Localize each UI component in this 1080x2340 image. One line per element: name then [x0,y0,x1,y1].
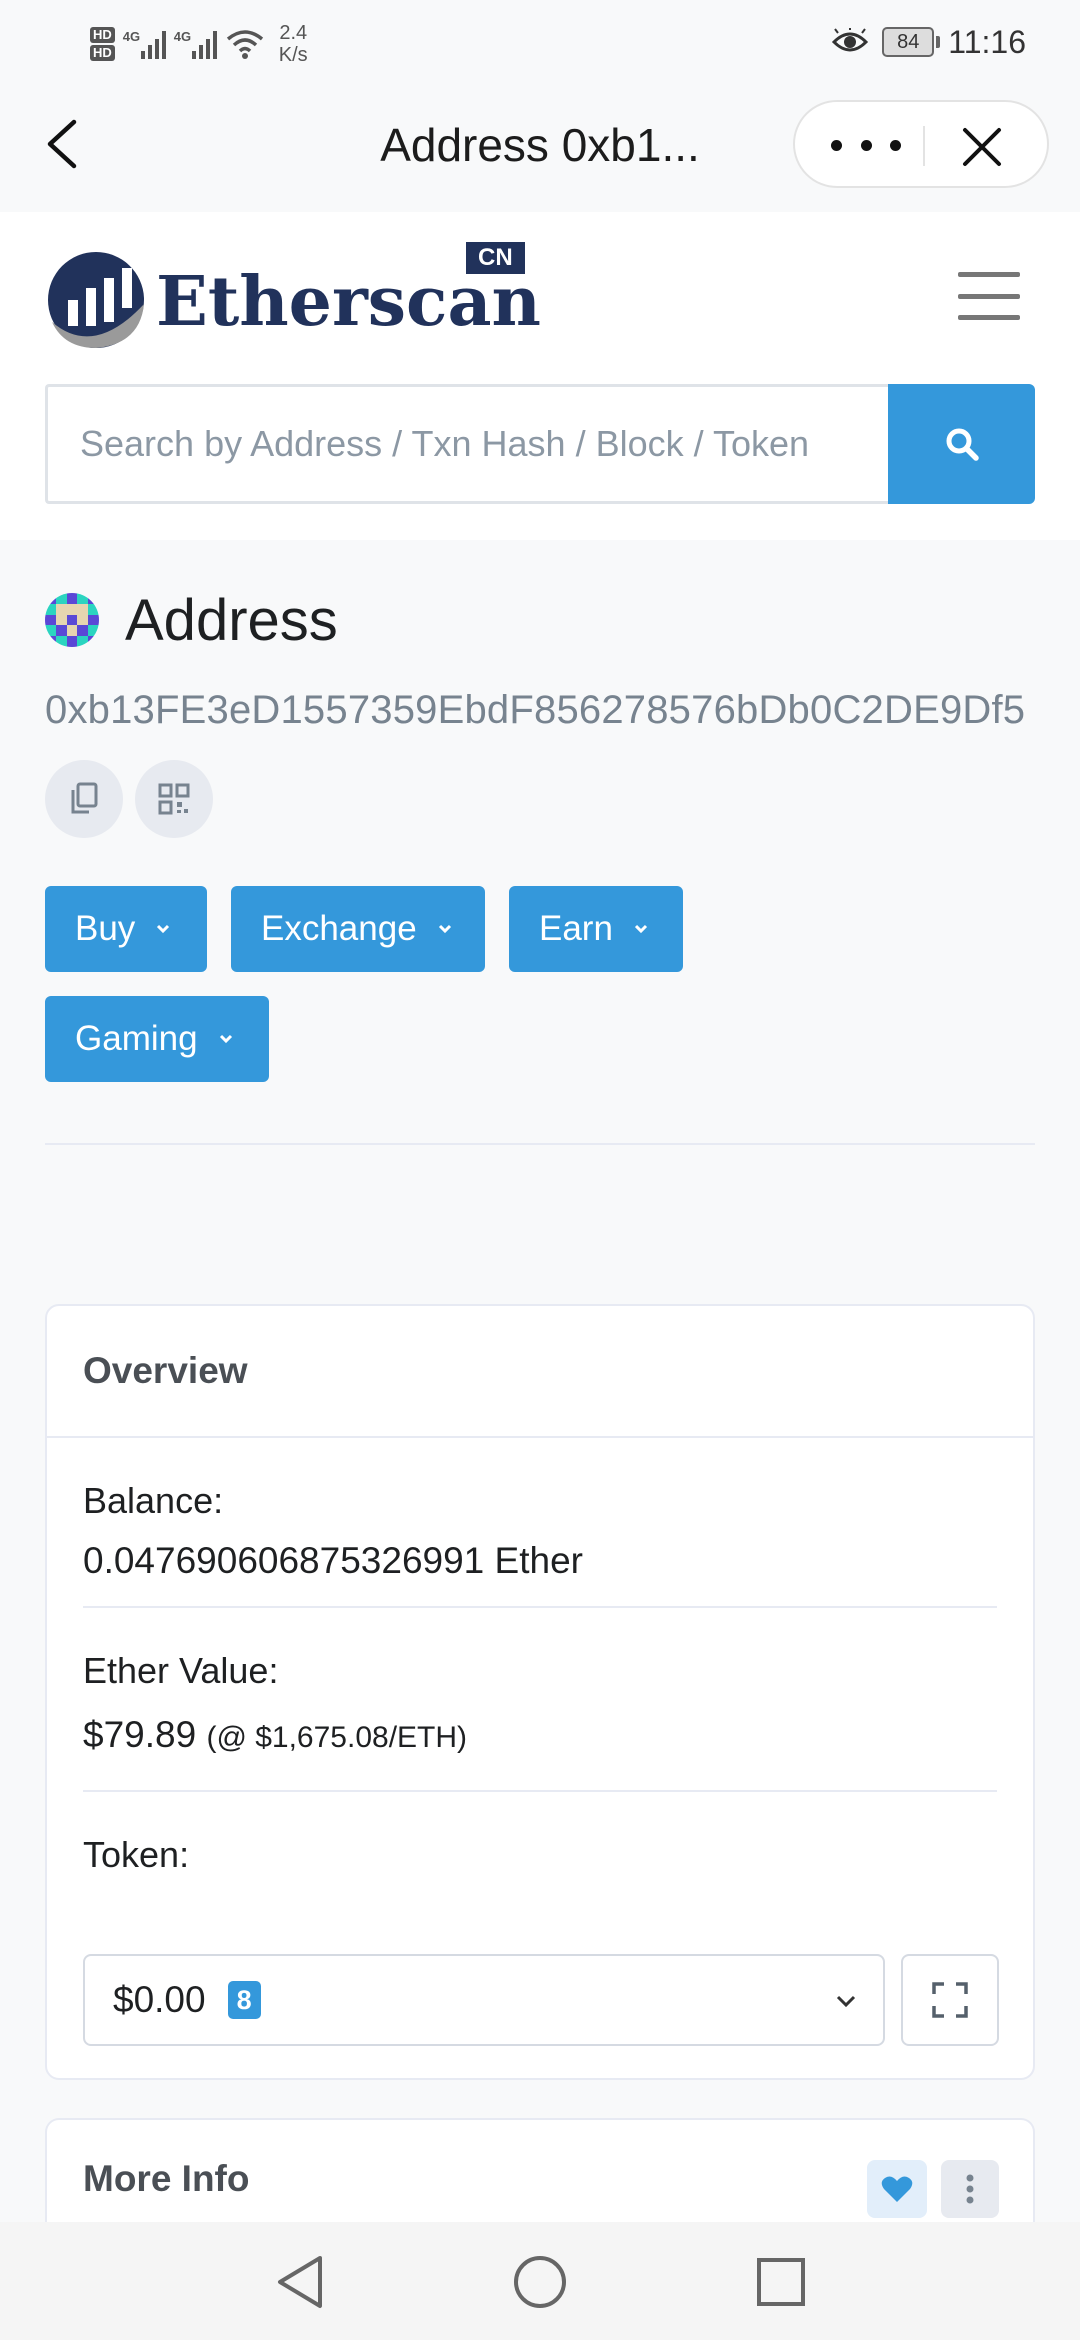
etherscan-logo-icon [48,251,144,348]
clock: 11:16 [948,23,1026,60]
copy-icon [71,782,98,814]
logo-wordmark: Etherscan [156,262,541,342]
eye-comfort-icon [832,28,869,52]
token-value: $0.00 [113,1979,206,2020]
hd-indicators: HD HD [90,27,115,61]
status-left: HD HD 4G 4G 2.4 K/s [90,16,308,72]
qr-code-button[interactable] [135,760,213,838]
status-right: 84 11:16 [832,20,1026,64]
address-hash: 0xb13FE3eD1557359EbdF856278576bDb0C2DE9D… [45,688,1026,732]
webview-title-bar: Address 0xb1... [0,84,1080,212]
balance-label: Balance: [83,1480,224,1521]
expand-icon [932,1982,968,2018]
chevron-down-icon [157,924,170,934]
battery-icon: 84 [882,27,941,57]
hamburger-menu-icon[interactable] [958,272,1020,320]
favorite-button[interactable] [867,2160,927,2218]
qr-code-icon [158,783,190,815]
network-type-2: 4G [173,29,192,44]
search-button[interactable] [888,384,1035,504]
gaming-label: Gaming [75,1019,198,1058]
token-holdings-dropdown[interactable]: $0.00 8 [83,1954,885,2046]
search-icon [946,428,979,461]
earn-dropdown-button[interactable]: Earn [509,886,683,972]
ether-value-line: $79.89 (@ $1,675.08/ETH) [83,1714,997,1756]
more-options-icon[interactable] [831,132,901,158]
ether-price: (@ $1,675.08/ETH) [206,1721,468,1754]
signal-icon-2: 4G [174,29,217,59]
hd-indicator-1: HD [90,27,115,43]
speed-value: 2.4 [279,22,308,44]
buy-label: Buy [75,909,136,948]
exchange-label: Exchange [261,909,417,948]
chevron-down-icon [634,924,647,934]
more-options-button[interactable] [941,2160,999,2218]
network-type-1: 4G [122,29,141,44]
mini-program-capsule [793,100,1049,188]
system-navigation-bar [0,2222,1080,2340]
overview-card: Overview Balance: 0.047690606875326991 E… [45,1304,1035,2080]
token-count-badge: 8 [227,1981,261,2019]
balance-value: 0.047690606875326991 Ether [83,1540,583,1581]
nav-back-icon[interactable] [274,2254,326,2310]
section-divider [45,1143,1035,1145]
address-identicon [45,593,99,647]
ether-value-label: Ether Value: [83,1650,279,1691]
nav-home-icon[interactable] [512,2254,568,2310]
chevron-down-icon [219,1034,232,1044]
earn-label: Earn [539,909,613,948]
signal-icon-1: 4G [123,29,166,59]
more-info-title: More Info [83,2158,250,2199]
close-icon[interactable] [961,126,1003,168]
gaming-dropdown-button[interactable]: Gaming [45,996,269,1082]
token-expand-button[interactable] [901,1954,999,2046]
copy-address-button[interactable] [45,760,123,838]
address-title: Address [125,587,338,653]
nav-recents-icon[interactable] [756,2257,806,2307]
vertical-dots-icon [966,2174,974,2204]
status-bar: HD HD 4G 4G 2.4 K/s 84 11:16 [0,0,1080,84]
ether-value: $79.89 [83,1714,197,1755]
site-header: Etherscan CN [0,212,1080,540]
overview-title: Overview [47,1306,1033,1438]
address-heading: Address [45,587,338,653]
wifi-icon [226,30,263,59]
network-speed: 2.4 K/s [279,22,308,66]
cn-badge: CN [466,242,525,274]
balance-row: Balance: 0.047690606875326991 Ether [47,1438,1033,1586]
speed-unit: K/s [278,44,308,66]
ether-value-row: Ether Value: $79.89 (@ $1,675.08/ETH) [47,1608,1033,1768]
etherscan-logo[interactable]: Etherscan CN [44,242,544,352]
capsule-divider [923,126,925,166]
token-label: Token: [83,1834,190,1875]
heart-icon [881,2176,913,2202]
chevron-down-icon [836,1995,856,2008]
hd-indicator-2: HD [90,45,115,61]
buy-dropdown-button[interactable]: Buy [45,886,207,972]
token-row: Token: [47,1792,1033,1876]
search-input[interactable] [45,384,888,504]
chevron-down-icon [438,924,451,934]
exchange-dropdown-button[interactable]: Exchange [231,886,485,972]
